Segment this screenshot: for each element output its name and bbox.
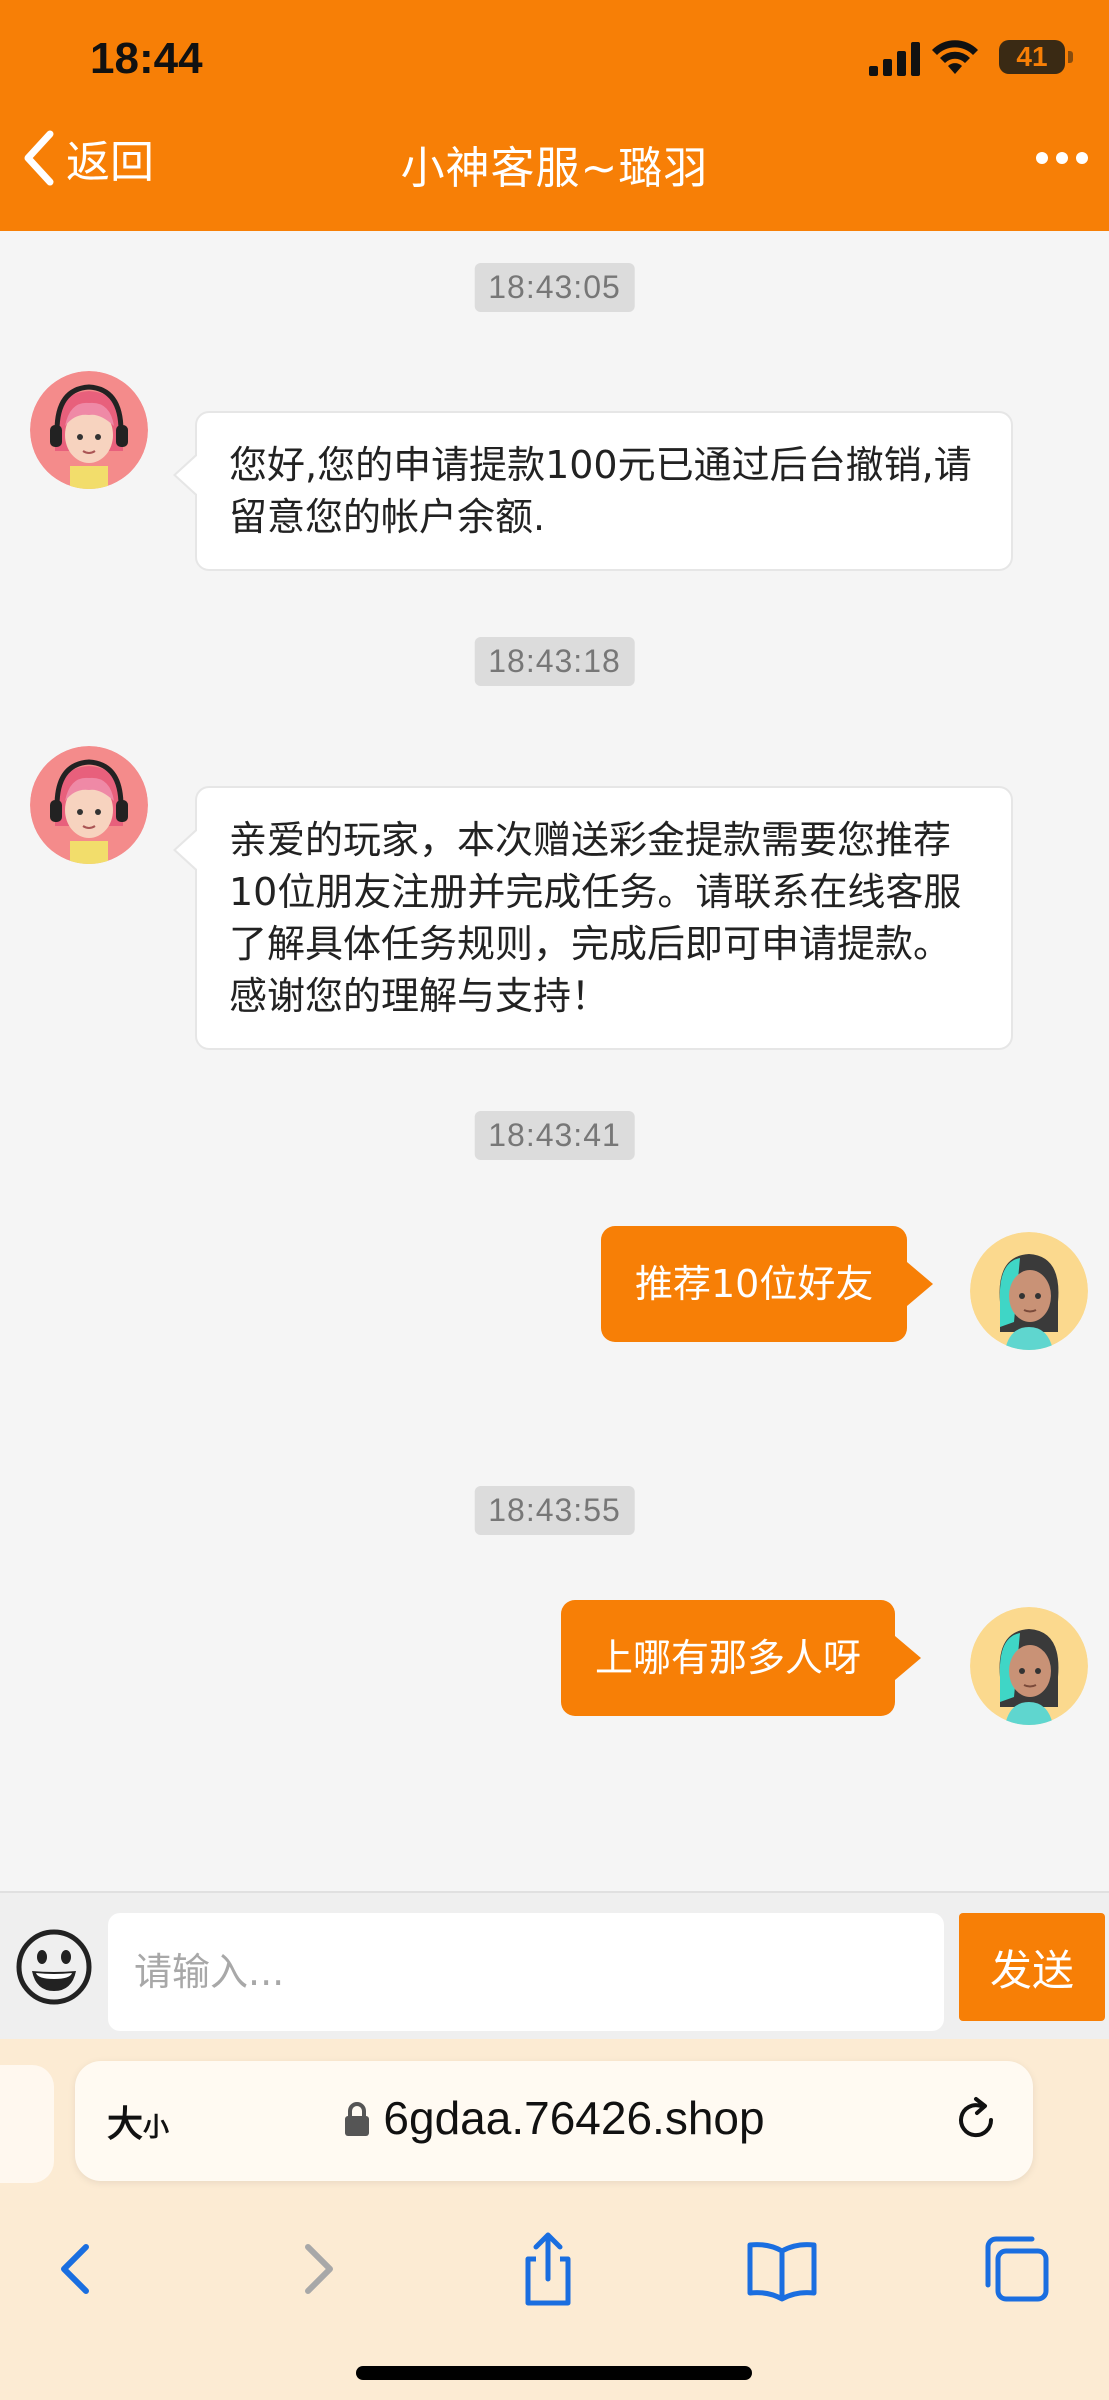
back-nav-icon[interactable] (38, 2229, 118, 2309)
previous-tab[interactable] (0, 2065, 54, 2183)
app-header: 18:44 41 返回 小神客服~璐羽 (0, 0, 1109, 231)
message-timestamp: 18:43:55 (474, 1486, 635, 1535)
outgoing-message: 上哪有那多人呀 (561, 1600, 922, 1716)
status-time: 18:44 (90, 34, 203, 83)
agent-avatar[interactable] (30, 746, 148, 864)
incoming-message: 您好,您的申请提款100元已通过后台撤销,请留意您的帐户余额. (173, 411, 1013, 571)
share-icon[interactable] (508, 2229, 588, 2309)
message-input[interactable] (108, 1913, 944, 2031)
chat-area[interactable]: 18:43:05 您好,您的申请提款100元已通过后台撤销,请留意您的帐户余额.… (0, 231, 1109, 1891)
more-options-icon[interactable] (1035, 148, 1089, 168)
home-indicator (356, 2366, 752, 2380)
emoji-icon[interactable] (14, 1927, 94, 2007)
message-composer: 发送 (0, 1891, 1109, 2039)
address-bar[interactable]: 大小 6gdaa.76426.shop (75, 2061, 1033, 2181)
battery-level: 41 (1016, 41, 1048, 72)
browser-chrome: 大小 6gdaa.76426.shop (0, 2039, 1109, 2400)
message-timestamp: 18:43:05 (474, 263, 635, 312)
reload-icon[interactable] (951, 2095, 1001, 2145)
chat-title: 小神客服~璐羽 (400, 143, 709, 194)
tabs-icon[interactable] (976, 2229, 1056, 2309)
outgoing-message: 推荐10位好友 (601, 1226, 934, 1342)
url-text: 6gdaa.76426.shop (383, 2092, 765, 2144)
lock-icon (345, 2102, 370, 2136)
incoming-message: 亲爱的玩家，本次赠送彩金提款需要您推荐10位朋友注册并完成任务。请联系在线客服了… (173, 786, 1013, 1050)
send-button[interactable]: 发送 (959, 1913, 1105, 2021)
url-display[interactable]: 6gdaa.76426.shop (75, 2091, 1033, 2145)
user-avatar[interactable] (970, 1232, 1088, 1350)
battery-icon: 41 (999, 40, 1073, 74)
browser-toolbar (0, 2209, 1109, 2329)
cellular-signal-icon (869, 42, 920, 76)
forward-nav-icon[interactable] (276, 2229, 356, 2309)
agent-avatar[interactable] (30, 371, 148, 489)
user-avatar[interactable] (970, 1607, 1088, 1725)
bookmarks-icon[interactable] (742, 2229, 822, 2309)
message-timestamp: 18:43:18 (474, 637, 635, 686)
message-timestamp: 18:43:41 (474, 1111, 635, 1160)
wifi-icon (932, 40, 978, 74)
